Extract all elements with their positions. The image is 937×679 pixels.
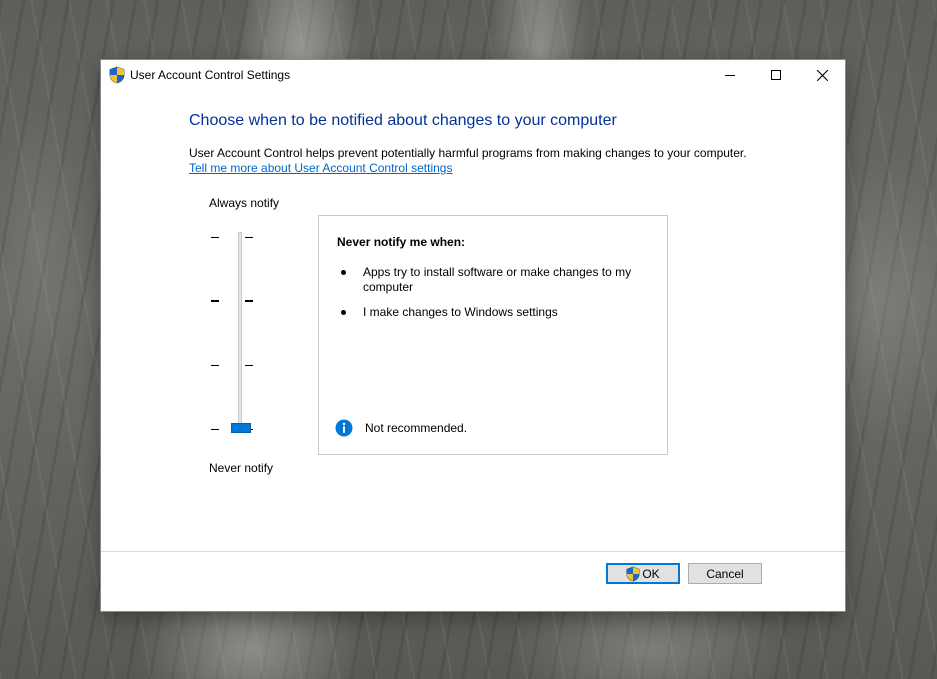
footer-divider xyxy=(101,551,845,552)
maximize-button[interactable] xyxy=(753,60,799,90)
bullet xyxy=(341,270,346,275)
slider-tick xyxy=(211,429,219,430)
close-button[interactable] xyxy=(799,60,845,90)
slider-track[interactable] xyxy=(238,232,242,432)
help-link[interactable]: Tell me more about User Account Control … xyxy=(189,161,452,175)
title-bar[interactable]: User Account Control Settings xyxy=(101,60,845,90)
info-icon xyxy=(335,419,353,437)
panel-title: Never notify me when: xyxy=(337,235,466,249)
notification-level-slider[interactable] xyxy=(211,224,271,439)
list-item: I make changes to Windows settings xyxy=(339,305,649,320)
slider-tick xyxy=(245,237,253,238)
panel-list: Apps try to install software or make cha… xyxy=(339,265,649,330)
level-description-panel: Never notify me when: Apps try to instal… xyxy=(318,215,668,455)
page-heading: Choose when to be notified about changes… xyxy=(189,112,617,129)
list-item: Apps try to install software or make cha… xyxy=(339,265,649,295)
uac-shield-icon xyxy=(109,66,125,84)
maximize-icon xyxy=(771,70,781,80)
slider-tick xyxy=(211,365,219,366)
ok-button-label: OK xyxy=(642,566,660,581)
uac-settings-window: User Account Control Settings Choose whe… xyxy=(101,60,845,611)
slider-thumb[interactable] xyxy=(231,423,251,433)
cancel-button[interactable]: Cancel xyxy=(688,563,762,584)
slider-tick xyxy=(245,365,253,366)
slider-tick xyxy=(245,300,253,302)
list-item-text: Apps try to install software or make cha… xyxy=(363,265,632,294)
recommendation-note: Not recommended. xyxy=(335,418,635,438)
note-text: Not recommended. xyxy=(365,421,468,435)
ok-button[interactable]: OK xyxy=(606,563,680,584)
uac-shield-icon xyxy=(626,566,640,582)
slider-tick xyxy=(211,300,219,302)
bullet xyxy=(341,310,346,315)
description-text: User Account Control helps prevent poten… xyxy=(189,146,747,160)
minimize-icon xyxy=(725,70,735,80)
cancel-button-label: Cancel xyxy=(706,566,744,581)
slider-tick xyxy=(211,237,219,238)
list-item-text: I make changes to Windows settings xyxy=(363,305,558,319)
window-title: User Account Control Settings xyxy=(130,68,291,82)
slider-bottom-label: Never notify xyxy=(209,461,274,475)
slider-top-label: Always notify xyxy=(209,196,280,210)
close-icon xyxy=(816,69,828,81)
minimize-button[interactable] xyxy=(707,60,753,90)
